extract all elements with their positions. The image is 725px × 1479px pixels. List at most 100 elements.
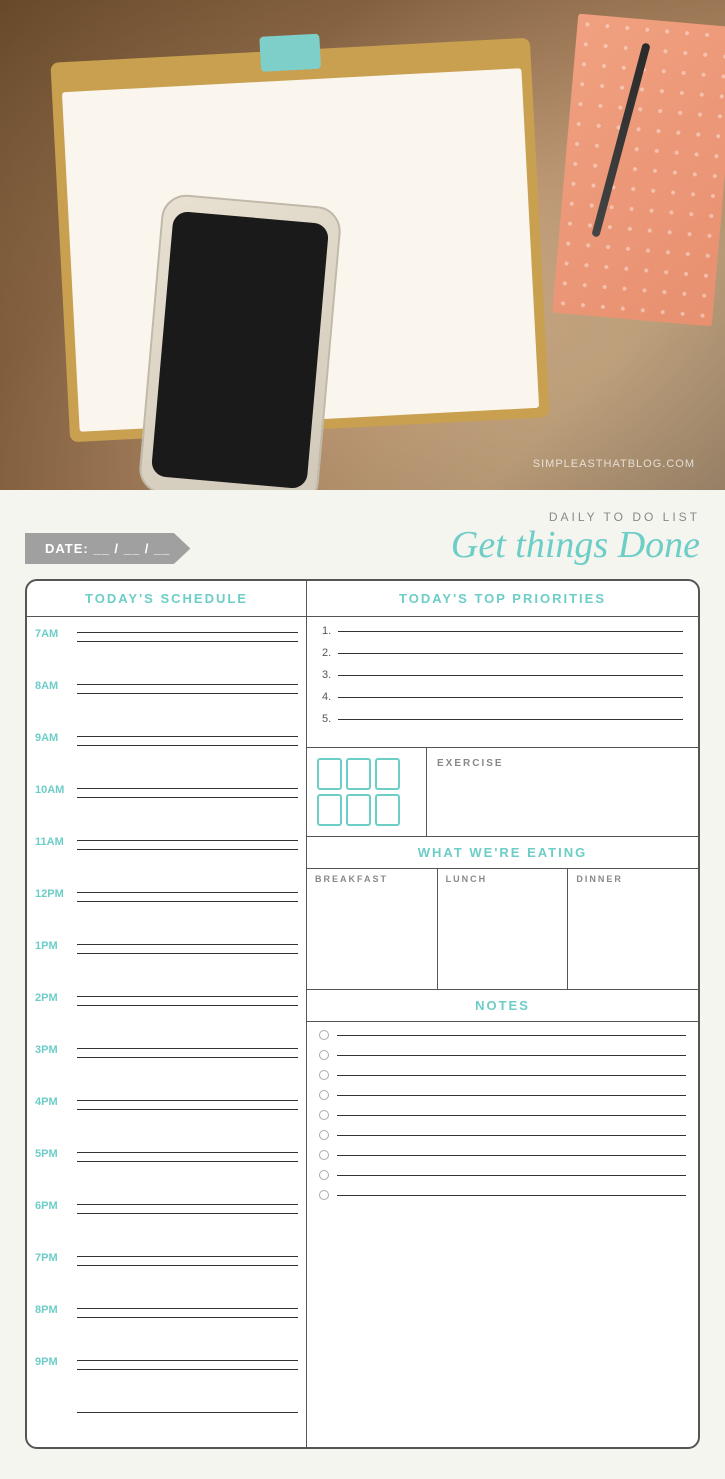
priority-item-4: 4. <box>322 691 683 703</box>
note-item-3 <box>319 1070 686 1080</box>
time-line <box>77 1100 298 1101</box>
time-slot-11am: 11AM <box>27 830 306 882</box>
lunch-col: LUNCH <box>438 869 569 989</box>
time-lines-4pm <box>77 1092 298 1110</box>
time-slot-7pm: 7PM <box>27 1246 306 1298</box>
time-line <box>77 1213 298 1214</box>
lunch-label: LUNCH <box>446 874 560 884</box>
time-slot-5pm: 5PM <box>27 1142 306 1194</box>
photo-section: SIMPLEASTHATBLOG.COM <box>0 0 725 490</box>
eating-header: WHAT WE'RE EATING <box>307 837 698 869</box>
notes-section: NOTES <box>307 990 698 1218</box>
note-item-6 <box>319 1130 686 1140</box>
schedule-column: TODAY'S SCHEDULE 7AM 8AM <box>27 581 307 1447</box>
note-circle-4 <box>319 1090 329 1100</box>
note-circle-9 <box>319 1190 329 1200</box>
priority-line-1 <box>338 631 683 632</box>
priorities-header: TODAY'S TOP PRIORITIES <box>307 581 698 617</box>
time-lines-2pm <box>77 988 298 1006</box>
page-title: Get things Done <box>451 524 700 566</box>
note-item-5 <box>319 1110 686 1120</box>
breakfast-col: BREAKFAST <box>307 869 438 989</box>
priority-line-5 <box>338 719 683 720</box>
priority-num-5: 5. <box>322 713 338 725</box>
time-slot-1pm: 1PM <box>27 934 306 986</box>
water-cup-1 <box>317 758 342 790</box>
note-circle-1 <box>319 1030 329 1040</box>
water-section <box>307 748 427 836</box>
time-slot-6pm: 6PM <box>27 1194 306 1246</box>
priority-line-3 <box>338 675 683 676</box>
planner-columns: TODAY'S SCHEDULE 7AM 8AM <box>27 581 698 1447</box>
note-circle-2 <box>319 1050 329 1060</box>
priorities-section: 1. 2. 3. 4. <box>307 617 698 748</box>
priority-num-2: 2. <box>322 647 338 659</box>
time-label-4pm: 4PM <box>35 1092 77 1108</box>
time-label-8am: 8AM <box>35 676 77 692</box>
time-lines-11am <box>77 832 298 850</box>
time-line <box>77 1161 298 1162</box>
time-lines-5pm <box>77 1144 298 1162</box>
time-slot-extra <box>27 1402 306 1442</box>
time-line <box>77 1265 298 1266</box>
note-line-4 <box>337 1095 686 1096</box>
time-lines-8am <box>77 676 298 694</box>
time-slot-9am: 9AM <box>27 726 306 778</box>
time-line <box>77 693 298 694</box>
time-label-3pm: 3PM <box>35 1040 77 1056</box>
time-label-11am: 11AM <box>35 832 77 848</box>
water-cup-4 <box>317 794 342 826</box>
planner-section: DATE: __ / __ / __ DAILY TO DO LIST Get … <box>0 490 725 1479</box>
time-label-6pm: 6PM <box>35 1196 77 1212</box>
right-column: TODAY'S TOP PRIORITIES 1. 2. 3. <box>307 581 698 1447</box>
time-line <box>77 745 298 746</box>
phone-screen <box>151 211 330 490</box>
watermark: SIMPLEASTHATBLOG.COM <box>533 458 695 470</box>
note-item-8 <box>319 1170 686 1180</box>
priority-num-3: 3. <box>322 669 338 681</box>
time-lines-7pm <box>77 1248 298 1266</box>
note-item-2 <box>319 1050 686 1060</box>
phone <box>137 193 342 490</box>
time-line <box>77 1369 298 1370</box>
water-cup-6 <box>375 794 400 826</box>
schedule-slots: 7AM 8AM <box>27 617 306 1447</box>
time-lines-9pm <box>77 1352 298 1370</box>
time-label-12pm: 12PM <box>35 884 77 900</box>
water-cup-2 <box>346 758 371 790</box>
meals-row: BREAKFAST LUNCH DINNER <box>307 869 698 989</box>
note-item-7 <box>319 1150 686 1160</box>
time-slot-2pm: 2PM <box>27 986 306 1038</box>
time-lines-3pm <box>77 1040 298 1058</box>
time-line <box>77 840 298 841</box>
time-line <box>77 1005 298 1006</box>
time-lines-6pm <box>77 1196 298 1214</box>
time-line <box>77 901 298 902</box>
time-label-5pm: 5PM <box>35 1144 77 1160</box>
note-line-3 <box>337 1075 686 1076</box>
schedule-header: TODAY'S SCHEDULE <box>27 581 306 617</box>
note-line-5 <box>337 1115 686 1116</box>
time-label-7am: 7AM <box>35 624 77 640</box>
water-exercise-section: EXERCISE <box>307 748 698 837</box>
priority-num-1: 1. <box>322 625 338 637</box>
time-line <box>77 788 298 789</box>
note-circle-5 <box>319 1110 329 1120</box>
exercise-label: EXERCISE <box>437 758 688 769</box>
note-line-1 <box>337 1035 686 1036</box>
time-label-extra <box>35 1404 77 1408</box>
time-slot-9pm: 9PM <box>27 1350 306 1402</box>
time-line <box>77 1412 298 1413</box>
breakfast-label: BREAKFAST <box>315 874 429 884</box>
date-badge: DATE: __ / __ / __ <box>25 533 190 564</box>
priority-item-2: 2. <box>322 647 683 659</box>
note-item-1 <box>319 1030 686 1040</box>
note-line-2 <box>337 1055 686 1056</box>
time-lines-9am <box>77 728 298 746</box>
daily-label: DAILY TO DO LIST <box>210 510 700 524</box>
note-circle-7 <box>319 1150 329 1160</box>
note-circle-3 <box>319 1070 329 1080</box>
exercise-section: EXERCISE <box>427 748 698 836</box>
priority-item-5: 5. <box>322 713 683 725</box>
water-cup-3 <box>375 758 400 790</box>
